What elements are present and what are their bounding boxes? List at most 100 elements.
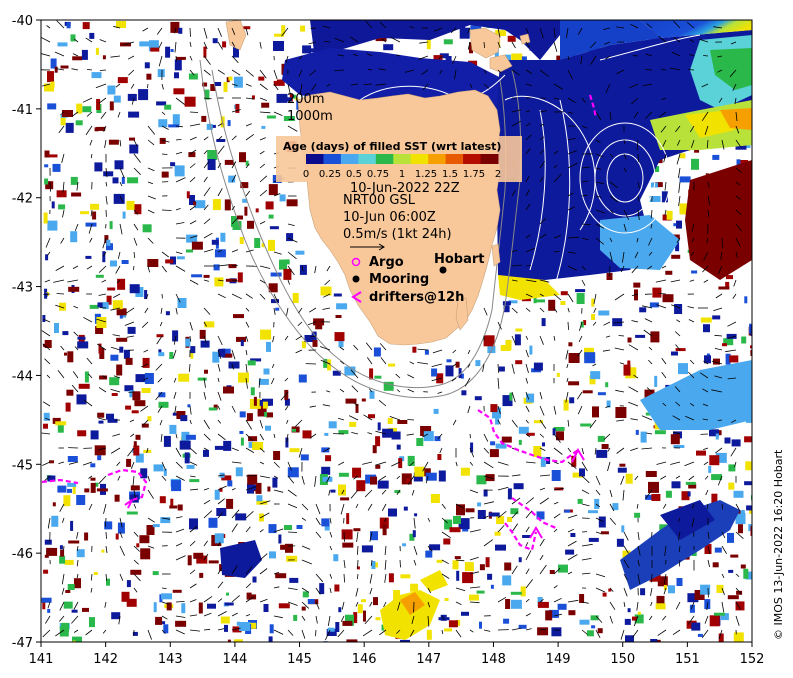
current-vector (99, 69, 107, 71)
sst-pixel-patch (75, 120, 83, 126)
sst-pixel-patch (47, 220, 58, 231)
sst-pixel-patch (483, 335, 495, 347)
sst-pixel-patch (352, 467, 362, 478)
y-axis: -40 -41 -42 -43 -44 -45 -46 -47 (12, 14, 41, 651)
sst-pixel-patch (52, 502, 56, 507)
current-vector (665, 559, 667, 565)
sst-pixel-patch (160, 517, 171, 524)
sst-pixel-patch (134, 400, 146, 407)
sst-pixel-patch (654, 430, 666, 435)
colorbar-tick-label: 2 (495, 169, 501, 180)
sst-pixel-patch (325, 455, 332, 462)
sst-pixel-patch (153, 464, 164, 472)
sst-pixel-patch (495, 443, 507, 449)
sst-pixel-patch (186, 191, 190, 199)
sst-pixel-patch (58, 204, 66, 210)
sst-pixel-patch (178, 27, 183, 34)
sst-pixel-patch (238, 372, 249, 383)
sst-pixel-patch (60, 65, 69, 69)
sst-pixel-patch (67, 488, 72, 493)
sst-pixel-patch (247, 220, 254, 229)
sst-pixel-patch (507, 35, 516, 42)
sst-pixel-patch (276, 79, 283, 83)
sst-pixel-patch (46, 547, 58, 556)
sst-pixel-patch (388, 573, 394, 583)
sst-pixel-patch (568, 342, 573, 347)
sst-pixel-patch (269, 226, 279, 230)
sst-pixel-patch (190, 346, 196, 354)
sst-pixel-patch (498, 366, 505, 372)
sst-pixel-patch (176, 256, 185, 260)
sst-pixel-patch (203, 274, 210, 278)
sst-pixel-patch (588, 537, 599, 542)
sst-pixel-patch (77, 341, 89, 349)
sst-pixel-patch (353, 528, 361, 532)
sst-pixel-patch (59, 545, 63, 550)
sst-pixel-patch (635, 429, 639, 435)
sst-pixel-patch (286, 199, 298, 207)
sst-pixel-patch (269, 551, 276, 559)
sst-pixel-patch (464, 562, 474, 572)
sst-pixel-patch (141, 388, 151, 393)
sst-pixel-patch (729, 355, 739, 363)
sst-pixel-patch (239, 152, 246, 163)
sst-pixel-patch (200, 340, 210, 348)
sst-pixel-patch (397, 420, 408, 424)
sst-pixel-patch (654, 375, 658, 387)
sst-pixel-patch (268, 239, 275, 251)
sst-pixel-patch (623, 364, 631, 376)
sst-pixel-patch (650, 331, 660, 343)
sst-pixel-patch (575, 289, 586, 293)
sst-pixel-patch (375, 436, 381, 447)
sst-pixel-patch (388, 508, 397, 517)
sst-pixel-patch (597, 628, 603, 634)
current-vector (287, 531, 298, 533)
sst-pixel-patch (117, 278, 126, 290)
sst-pixel-patch (107, 418, 118, 423)
sst-pixel-patch (507, 488, 512, 500)
sst-pixel-patch (560, 301, 566, 305)
sst-pixel-patch (68, 286, 80, 292)
y-tick-label: -42 (12, 192, 33, 207)
plot-area (41, 20, 752, 642)
x-tick-label: 143 (158, 652, 183, 667)
sst-pixel-patch (377, 480, 389, 489)
sst-pixel-patch (627, 608, 631, 613)
sst-pixel-patch (685, 481, 696, 485)
sst-pixel-patch (125, 357, 133, 365)
sst-pixel-patch (270, 272, 282, 277)
sst-pixel-patch (375, 617, 381, 621)
colorbar-tick-label: 0.25 (319, 169, 341, 180)
sst-pixel-patch (700, 317, 712, 323)
sst-pixel-patch (449, 527, 461, 533)
sst-pixel-patch (97, 412, 105, 418)
sst-pixel-patch (254, 238, 261, 248)
sst-pixel-patch (67, 456, 78, 462)
sst-pixel-patch (244, 206, 248, 216)
sst-pixel-patch (96, 99, 101, 110)
sst-pixel-patch (372, 445, 377, 454)
sst-pixel-patch (147, 259, 159, 267)
sst-pixel-patch (186, 464, 195, 469)
sst-pixel-patch (670, 434, 680, 445)
sst-pixel-patch (370, 476, 377, 485)
sst-pixel-patch (655, 603, 666, 610)
sst-pixel-patch (443, 39, 453, 45)
sst-pixel-patch (289, 577, 299, 583)
sst-pixel-patch (250, 387, 255, 396)
sst-pixel-patch (172, 589, 182, 593)
sst-pixel-patch (640, 431, 647, 443)
sst-pixel-patch (128, 111, 140, 118)
sst-pixel-patch (410, 583, 419, 592)
sst-pixel-patch (175, 620, 187, 627)
sst-pixel-patch (240, 437, 244, 446)
sst-pixel-patch (51, 515, 59, 527)
sst-pixel-patch (197, 377, 207, 381)
sst-pixel-patch (65, 402, 71, 412)
sst-pixel-patch (516, 641, 521, 642)
sst-pixel-patch (738, 524, 743, 534)
sst-pixel-patch (287, 467, 299, 478)
x-tick-label: 152 (740, 652, 765, 667)
sst-pixel-patch (461, 611, 469, 616)
sst-pixel-patch (625, 635, 634, 642)
